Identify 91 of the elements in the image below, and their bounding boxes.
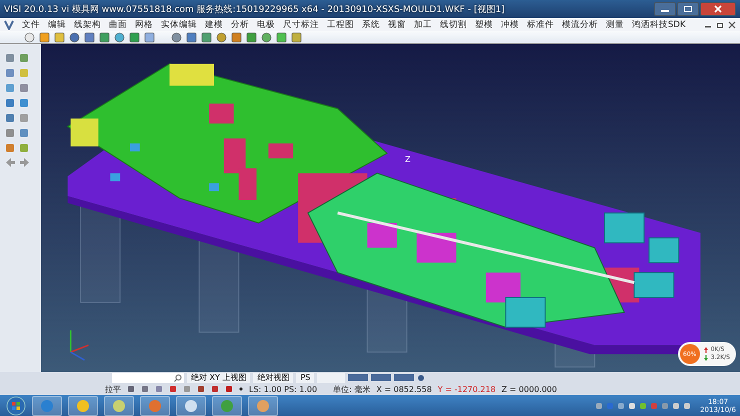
mode-label: 拉平 xyxy=(105,384,121,394)
close-button[interactable] xyxy=(700,2,736,16)
view-label[interactable]: 绝对 XY 上视图 xyxy=(187,372,250,382)
menu-item[interactable]: 系统 xyxy=(362,18,380,30)
menu-item[interactable]: 曲面 xyxy=(109,18,127,30)
menu-item[interactable]: 测量 xyxy=(606,18,624,30)
menu-item[interactable]: 尺寸标注 xyxy=(283,18,319,30)
tool-icon[interactable] xyxy=(5,112,16,123)
tool-icon[interactable] xyxy=(24,32,35,42)
status-swatch xyxy=(348,374,368,381)
tool-icon[interactable] xyxy=(261,32,272,42)
search-icon xyxy=(174,374,182,382)
menu-item[interactable]: 标准件 xyxy=(527,18,554,30)
status-panel xyxy=(317,372,346,382)
app-icon xyxy=(40,398,54,412)
tool-icon[interactable] xyxy=(5,67,16,78)
tool-icon[interactable] xyxy=(144,32,155,42)
search-field[interactable] xyxy=(112,372,184,382)
menu-item[interactable]: 加工 xyxy=(414,18,432,30)
view-label[interactable]: PS xyxy=(296,372,314,382)
tool-icon[interactable] xyxy=(99,32,110,42)
menu-item[interactable]: 编辑 xyxy=(48,18,66,30)
tool-icon[interactable] xyxy=(5,52,16,63)
tool-icon[interactable] xyxy=(186,32,197,42)
tool-icon[interactable] xyxy=(54,32,65,42)
tool-icon[interactable] xyxy=(201,32,212,42)
close-icon xyxy=(713,5,723,13)
close-icon[interactable] xyxy=(728,20,736,28)
coordinate-readout: Y = -1270.218 xyxy=(438,384,496,394)
menu-item[interactable]: 实体编辑 xyxy=(161,18,197,30)
coordinate-readout: X = 0852.558 xyxy=(376,384,432,394)
menu-item[interactable]: 网格 xyxy=(135,18,153,30)
menu-item[interactable]: 模流分析 xyxy=(562,18,598,30)
app-icon xyxy=(148,398,162,412)
tool-icon[interactable] xyxy=(216,32,227,42)
app-icon xyxy=(220,398,234,412)
menu-item[interactable]: 工程图 xyxy=(327,18,354,30)
tool-icon[interactable] xyxy=(19,97,30,108)
tool-icon[interactable] xyxy=(39,32,50,42)
app-icon xyxy=(76,398,90,412)
tool-icon[interactable] xyxy=(276,32,287,42)
status-swatch xyxy=(394,374,414,381)
menu-item[interactable]: 分析 xyxy=(231,18,249,30)
menu-item[interactable]: 鸿洒科技SDK xyxy=(632,18,686,30)
tool-icon[interactable] xyxy=(84,32,95,42)
app-icon xyxy=(184,398,198,412)
tool-icon[interactable] xyxy=(246,32,257,42)
view-label[interactable]: 绝对视图 xyxy=(253,372,294,382)
tool-icon[interactable] xyxy=(231,32,242,42)
menu-item[interactable]: 线切割 xyxy=(440,18,467,30)
menu-item[interactable]: 线架构 xyxy=(74,18,101,30)
menu-item[interactable]: 视窗 xyxy=(388,18,406,30)
taskbar-button[interactable] xyxy=(212,396,242,416)
tool-icon[interactable] xyxy=(291,32,302,42)
maximize-icon xyxy=(683,5,693,13)
start-button[interactable] xyxy=(6,396,26,416)
menu-item[interactable]: 电极 xyxy=(257,18,275,30)
forward-arrow-icon[interactable] xyxy=(19,157,30,168)
down-arrow-icon xyxy=(704,355,708,361)
taskbar-button[interactable] xyxy=(140,396,170,416)
taskbar-button[interactable] xyxy=(68,396,98,416)
tool-icon[interactable] xyxy=(19,127,30,138)
logo-icon xyxy=(4,20,14,30)
taskbar-button[interactable] xyxy=(176,396,206,416)
status-swatch xyxy=(371,374,392,381)
tool-icon[interactable] xyxy=(5,97,16,108)
minimize-button[interactable] xyxy=(654,2,676,16)
menu-item[interactable]: 冲模 xyxy=(501,18,519,30)
app-icon xyxy=(256,398,270,412)
app-icon xyxy=(112,398,126,412)
taskbar-button[interactable] xyxy=(32,396,62,416)
tool-icon[interactable] xyxy=(114,32,125,42)
window-title: VISI 20.0.13 vi 模具网 www.07551818.com 服务热线:15019229965 x64 - 20130910-XSXS-MOULD1.WKF - [视图1] xyxy=(4,4,506,16)
tool-icon[interactable] xyxy=(129,32,140,42)
menu-item[interactable]: 建模 xyxy=(205,18,223,30)
menu-item[interactable]: 塑模 xyxy=(475,18,493,30)
coordinate-readout: Z = 0000.000 xyxy=(502,384,557,394)
taskbar-button[interactable] xyxy=(248,396,278,416)
taskbar-button[interactable] xyxy=(104,396,134,416)
axis-label: Z xyxy=(405,156,410,164)
up-arrow-icon xyxy=(704,347,708,353)
tool-icon[interactable] xyxy=(171,32,182,42)
tool-icon[interactable] xyxy=(69,32,80,42)
maximize-button[interactable] xyxy=(677,2,699,16)
back-arrow-icon[interactable] xyxy=(5,157,16,168)
axis-triad-icon xyxy=(70,330,89,361)
restore-icon[interactable] xyxy=(716,20,724,28)
dot-icon xyxy=(239,387,243,391)
scale-readout: LS: 1.00 PS: 1.00 xyxy=(249,384,318,394)
unit-readout: 单位: 毫米 xyxy=(333,384,370,394)
menu-item[interactable]: 文件 xyxy=(22,18,40,30)
